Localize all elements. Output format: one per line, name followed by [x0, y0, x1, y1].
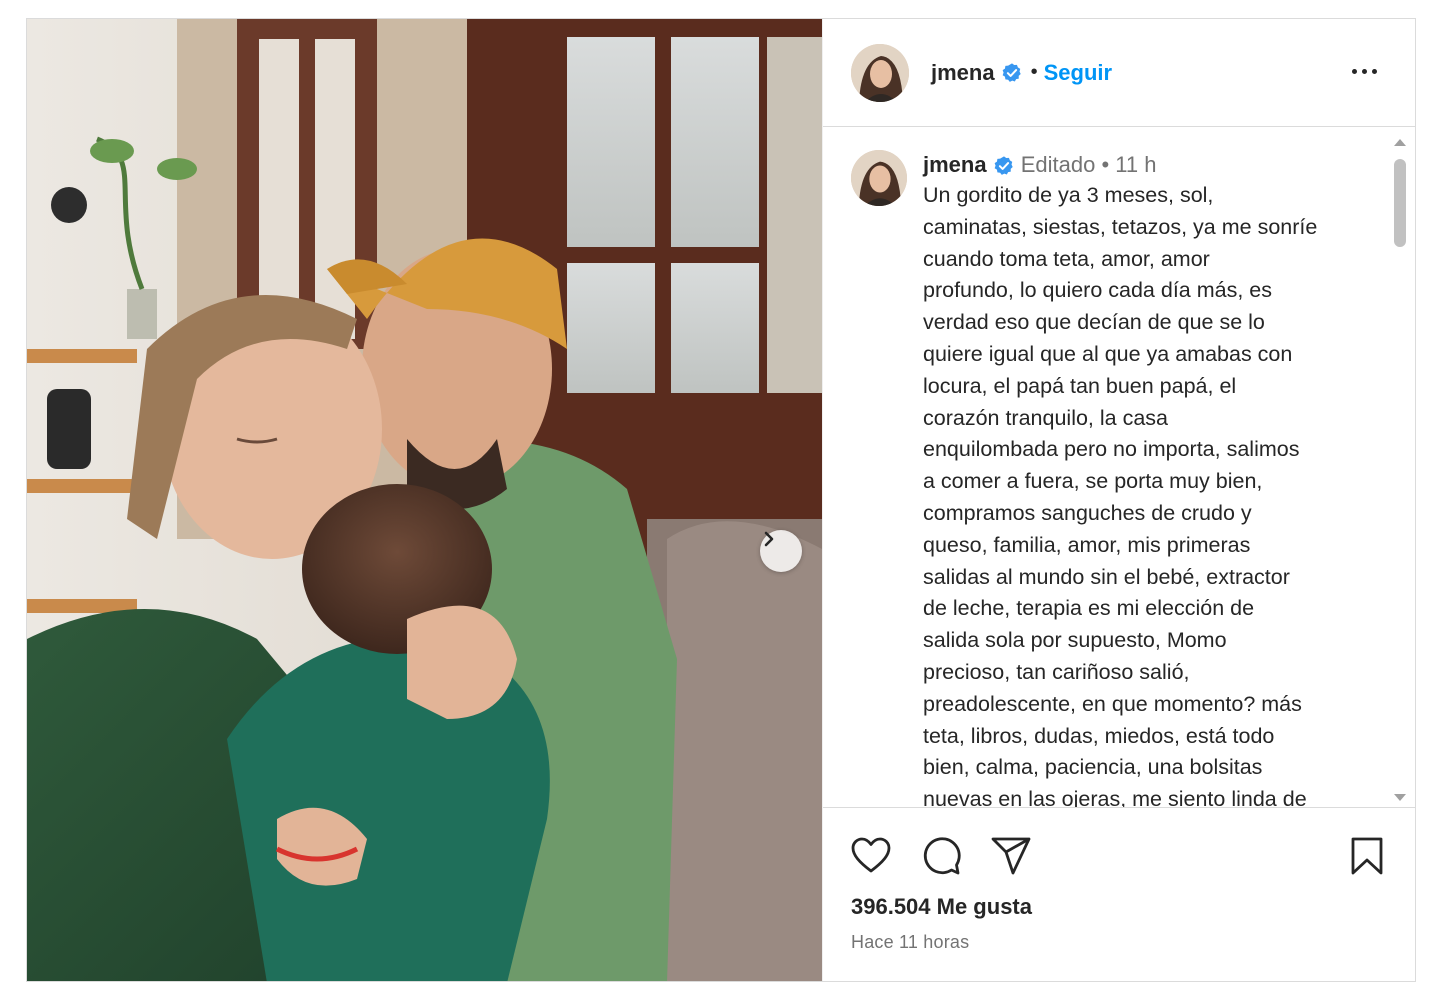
bookmark-icon[interactable]: [1345, 834, 1389, 878]
caption-line: cuando toma teta, amor, amor: [923, 246, 1210, 271]
caption-line: profundo, lo quiero cada día más, es: [923, 278, 1272, 303]
post-actions: 396.504 Me gusta Hace 11 horas: [823, 807, 1415, 981]
caption-username[interactable]: jmena: [923, 152, 987, 177]
send-icon[interactable]: [989, 834, 1033, 878]
more-dot: [1372, 68, 1377, 74]
caption-line: Un gordito de ya 3 meses, sol,: [923, 183, 1214, 207]
verified-badge-icon: [1002, 62, 1021, 82]
caption-line: bien, calma, paciencia, una bolsitas: [923, 755, 1263, 780]
post-header: jmena • Seguir: [823, 19, 1415, 127]
more-options-icon[interactable]: [1352, 59, 1384, 83]
next-photo-button[interactable]: [760, 530, 802, 572]
caption-line: queso, familia, amor, mis primeras: [923, 532, 1251, 557]
caption-line: nuevas en las ojeras, me siento linda de: [923, 787, 1307, 807]
caption-line: locura, el papá tan buen papá, el: [923, 373, 1237, 398]
caption-line: caminatas, siestas, tetazos, ya me sonrí…: [923, 214, 1318, 239]
scrollbar-thumb[interactable]: [1394, 159, 1406, 247]
caption-body: Un gordito de ya 3 meses, sol, caminatas…: [923, 180, 1373, 807]
caption-line: salidas al mundo sin el bebé, extractor: [923, 564, 1290, 589]
comments-scrollbar[interactable]: [1391, 135, 1409, 805]
avatar[interactable]: [851, 43, 909, 102]
post-side-panel: jmena • Seguir jmena Editado • 11 h Un g…: [822, 19, 1415, 981]
more-dot: [1352, 68, 1357, 74]
caption-line: quiere igual que al que ya amabas con: [923, 341, 1293, 366]
caption-line: verdad eso que decían de que se lo: [923, 310, 1265, 335]
header-separator: •: [1030, 61, 1038, 83]
caption-avatar[interactable]: [851, 150, 907, 206]
heart-icon[interactable]: [849, 834, 893, 878]
caption-line: preadolescente, en que momento? más: [923, 691, 1302, 716]
photo-illustration: [27, 19, 822, 981]
caption-line: precioso, tan cariñoso salió,: [923, 659, 1190, 684]
post-timestamp[interactable]: Hace 11 horas: [851, 932, 969, 953]
caption-line: teta, libros, dudas, miedos, está todo: [923, 723, 1275, 748]
caption-text-block: jmena Editado • 11 h Un gordito de ya 3 …: [923, 150, 1373, 807]
caption-header: jmena Editado • 11 h: [923, 150, 1373, 180]
more-dot: [1362, 68, 1367, 74]
caption-line: enquilombada pero no importa, salimos: [923, 437, 1300, 462]
instagram-post: jmena • Seguir jmena Editado • 11 h Un g…: [26, 18, 1416, 982]
chevron-right-icon: [764, 531, 774, 547]
post-author-username[interactable]: jmena: [931, 60, 995, 86]
avatar-image: [851, 43, 909, 102]
verified-badge-icon: [994, 156, 1013, 176]
edited-label: Editado: [1020, 152, 1096, 177]
likes-count[interactable]: 396.504 Me gusta: [851, 894, 1032, 920]
follow-button[interactable]: Seguir: [1044, 60, 1112, 86]
post-photo[interactable]: [27, 19, 822, 981]
scroll-up-arrow-icon[interactable]: [1394, 139, 1406, 146]
caption-line: a comer a fuera, se porta muy bien,: [923, 469, 1263, 494]
avatar-image: [851, 150, 907, 206]
caption-line: compramos sanguches de crudo y: [923, 500, 1252, 525]
comments-section[interactable]: jmena Editado • 11 h Un gordito de ya 3 …: [823, 128, 1415, 807]
scroll-down-arrow-icon[interactable]: [1394, 794, 1406, 801]
caption-time[interactable]: 11 h: [1115, 152, 1156, 177]
caption-line: salida sola por supuesto, Momo: [923, 628, 1227, 653]
caption-line: de leche, terapia es mi elección de: [923, 596, 1255, 621]
caption-line: corazón tranquilo, la casa: [923, 405, 1169, 430]
comment-icon[interactable]: [919, 834, 963, 878]
caption-separator: •: [1101, 152, 1110, 177]
